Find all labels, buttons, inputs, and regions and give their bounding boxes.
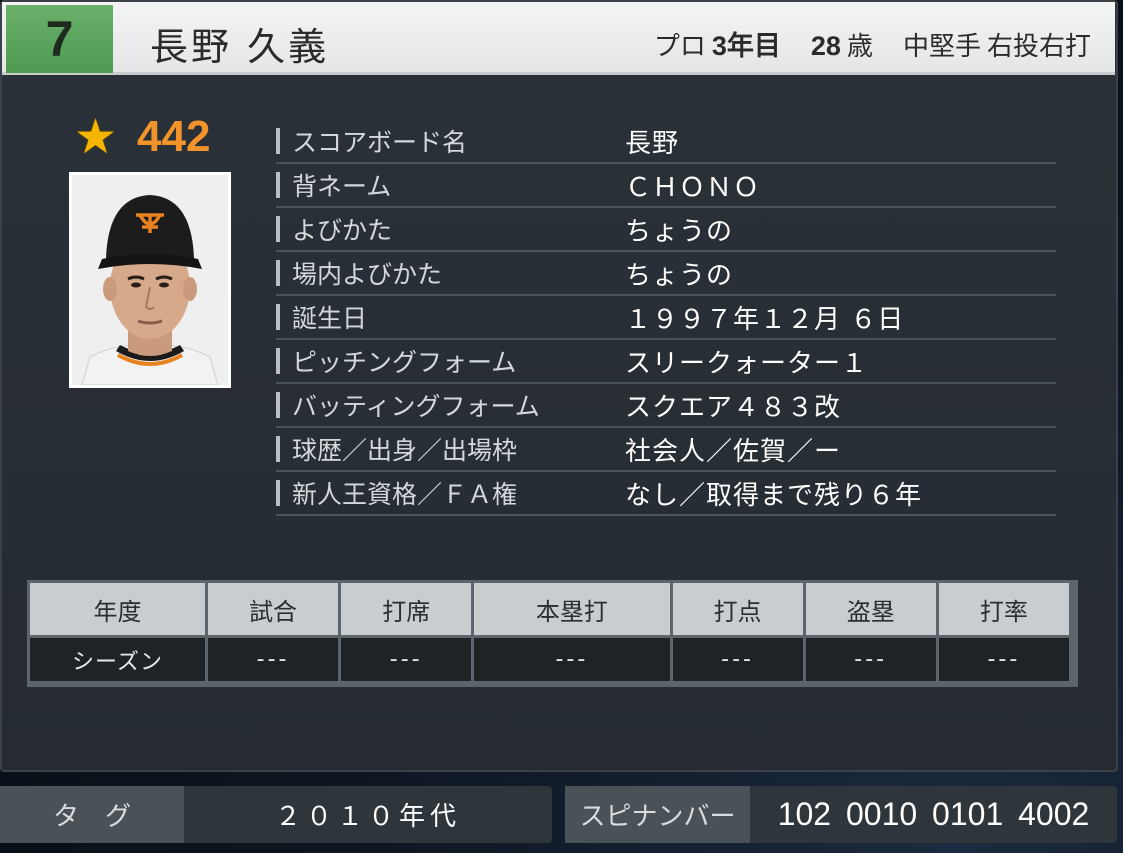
stats-header-home-runs: 本塁打 [474, 583, 670, 635]
profile-value: ＣＨＯＮＯ [625, 172, 761, 203]
rating-value: 442 [137, 112, 211, 161]
stats-header-rbi: 打点 [672, 583, 803, 635]
profile-row-batting-form: バッティングフォーム スクエア４８３改 [276, 384, 1056, 428]
pro-years: 3年目 [711, 31, 781, 61]
tag-value: ２０１０年代 [274, 802, 461, 832]
profile-row-background: 球歴／出身／出場枠 社会人／佐賀／ー [276, 428, 1056, 472]
handedness: 右投右打 [986, 32, 1091, 62]
profile-label: 誕生日 [292, 304, 368, 333]
profile-label: 場内よびかた [292, 260, 443, 289]
stats-cell-rbi: --- [672, 638, 803, 681]
player-portrait [69, 172, 231, 388]
stats-cell-plate-appearances: --- [341, 638, 472, 681]
profile-row-scoreboard-name: スコアボード名 長野 [276, 120, 1056, 164]
position: 中堅手 [902, 32, 981, 62]
profile-label: ピッチングフォーム [292, 348, 517, 377]
stats-header-row: 年度 試合 打席 本塁打 打点 盗塁 打率 [30, 583, 1069, 635]
stats-cell-home-runs: --- [474, 638, 670, 681]
spin-number-label: スピナンバー [565, 786, 750, 843]
profile-table: スコアボード名 長野 背ネーム ＣＨＯＮＯ よびかた ちょうの 場内よびかた ち… [276, 120, 1056, 516]
stats-cell-stolen-bases: --- [805, 638, 936, 681]
profile-value: ちょうの [625, 260, 734, 291]
profile-label: スコアボード名 [292, 128, 468, 157]
player-header: 7 長野 久義 プロ 3年目 28 歳 中堅手 右投右打 [2, 2, 1115, 75]
profile-value: ちょうの [625, 216, 734, 247]
profile-value: なし／取得まで残り６年 [625, 480, 923, 511]
stats-header-year: 年度 [30, 583, 205, 635]
stats-header-batting-average: 打率 [938, 583, 1069, 635]
player-summary: プロ 3年目 28 歳 中堅手 右投右打 [654, 24, 1091, 63]
tag-label: タグ [0, 786, 184, 843]
star-icon: ★ [74, 109, 118, 165]
stats-cell-year: シーズン [30, 638, 205, 681]
profile-label: 球歴／出身／出場枠 [292, 436, 518, 465]
profile-row-birthday: 誕生日 １９９７年１２月 ６日 [276, 296, 1056, 340]
profile-label: よびかた [292, 216, 393, 245]
profile-row-announcer-reading: 場内よびかた ちょうの [276, 252, 1056, 296]
profile-row-pitching-form: ピッチングフォーム スリークォーター１ [276, 340, 1056, 384]
profile-row-rookie-fa: 新人王資格／ＦＡ権 なし／取得まで残り６年 [276, 472, 1056, 516]
player-portrait-image [72, 175, 228, 386]
profile-row-reading: よびかた ちょうの [276, 208, 1056, 252]
stats-header-stolen-bases: 盗塁 [805, 583, 936, 635]
stats-row-season: シーズン --- --- --- --- --- --- [30, 638, 1069, 681]
profile-value: １９９７年１２月 ６日 [625, 304, 905, 335]
season-stats-table: 年度 試合 打席 本塁打 打点 盗塁 打率 シーズン --- --- --- -… [27, 580, 1078, 687]
profile-value: スクエア４８３改 [625, 392, 842, 423]
profile-row-back-name: 背ネーム ＣＨＯＮＯ [276, 164, 1056, 208]
pro-label: プロ [653, 32, 706, 62]
player-card-panel: 7 長野 久義 プロ 3年目 28 歳 中堅手 右投右打 ★ 442 スコアボー… [0, 0, 1118, 772]
player-name: 長野 久義 [150, 25, 330, 69]
profile-value: 長野 [625, 128, 680, 159]
uniform-number: 7 [6, 5, 113, 73]
stats-header-plate-appearances: 打席 [341, 583, 472, 635]
stats-cell-games: --- [208, 638, 339, 681]
profile-label: 背ネーム [292, 172, 392, 201]
stats-cell-batting-average: --- [938, 638, 1069, 681]
spin-number-value: 102 0010 0101 4002 [777, 796, 1090, 832]
age-value: 28 [810, 31, 841, 61]
overall-rating: ★ 442 [74, 112, 210, 162]
profile-value: 社会人／佐賀／ー [625, 436, 842, 467]
profile-value: スリークォーター１ [625, 348, 869, 379]
tag-bar: タグ ２０１０年代 [0, 786, 552, 843]
spin-number-bar: スピナンバー 102 0010 0101 4002 [565, 786, 1117, 843]
stats-header-games: 試合 [208, 583, 339, 635]
age-unit: 歳 [846, 32, 873, 62]
profile-label: 新人王資格／ＦＡ権 [292, 480, 518, 509]
profile-label: バッティングフォーム [292, 392, 540, 421]
